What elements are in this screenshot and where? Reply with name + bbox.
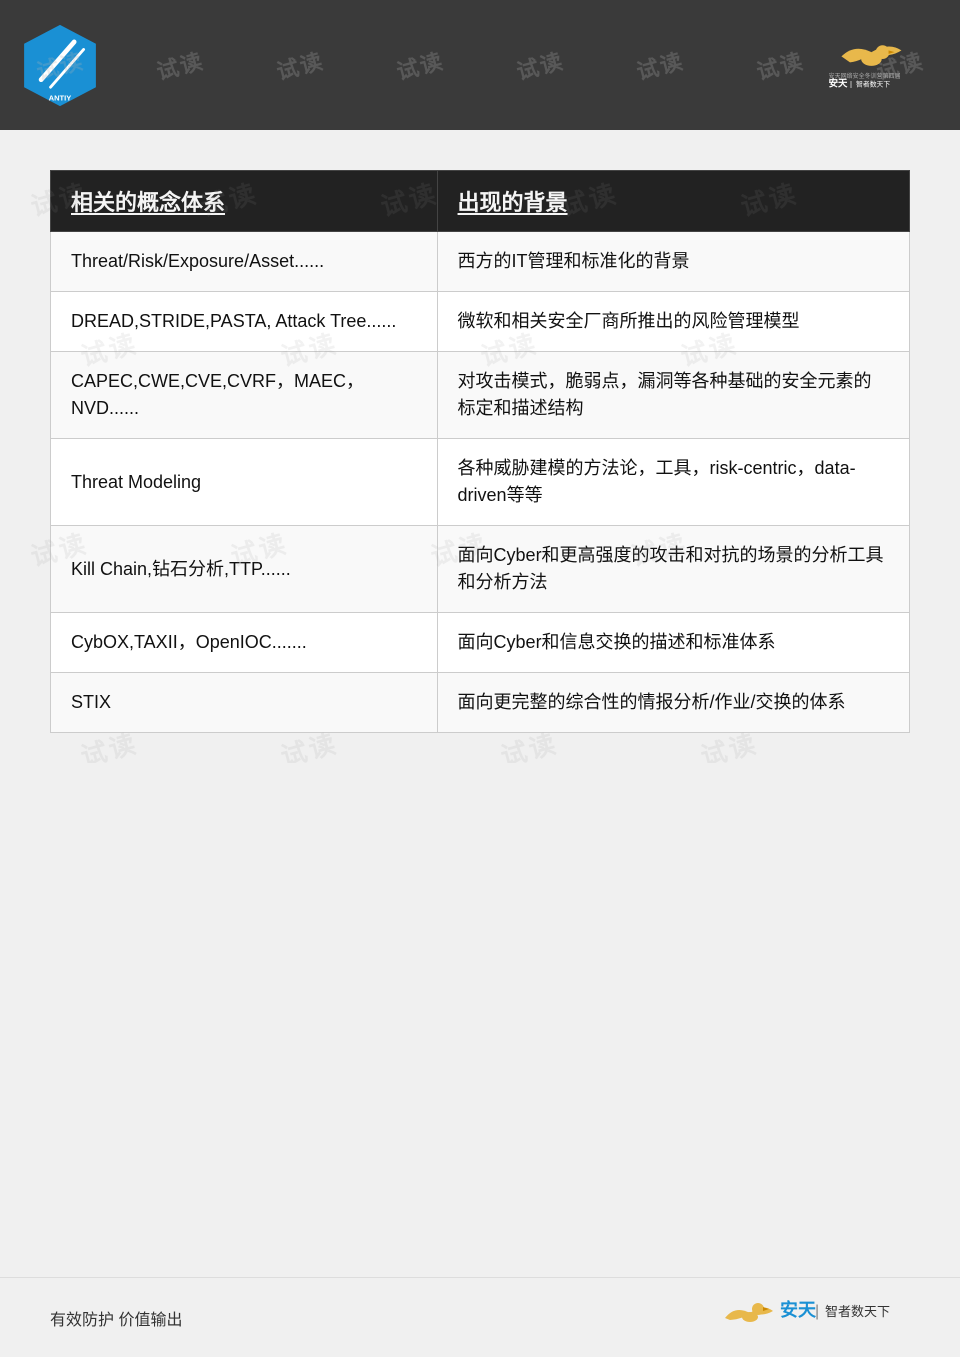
table-cell-left: CybOX,TAXII，OpenIOC....... [51, 613, 438, 673]
watermark-2: 试读 [153, 43, 208, 86]
svg-text:安天网络安全冬训营第四届: 安天网络安全冬训营第四届 [829, 72, 901, 80]
table-cell-right: 各种威胁建模的方法论，工具，risk-centric，data-driven等等 [437, 439, 909, 526]
col2-header: 出现的背景 [437, 171, 909, 232]
svg-text:智者数天下: 智者数天下 [856, 79, 890, 88]
table-row: CAPEC,CWE,CVE,CVRF，MAEC，NVD......对攻击模式，脆… [51, 352, 910, 439]
table-row: Threat/Risk/Exposure/Asset......西方的IT管理和… [51, 232, 910, 292]
footer: 有效防护 价值输出 安天 | 智者数天下 [0, 1277, 960, 1357]
table-cell-right: 面向更完整的综合性的情报分析/作业/交换的体系 [437, 673, 909, 733]
table-cell-left: Kill Chain,钻石分析,TTP...... [51, 526, 438, 613]
footer-logo: 安天 | 智者数天下 [710, 1288, 910, 1348]
table-cell-right: 对攻击模式，脆弱点，漏洞等各种基础的安全元素的标定和描述结构 [437, 352, 909, 439]
svg-text:智者数天下: 智者数天下 [825, 1304, 890, 1319]
antiy-logo: ANTIY [20, 23, 100, 108]
svg-text:ANTIY: ANTIY [49, 93, 72, 102]
table-cell-right: 面向Cyber和信息交换的描述和标准体系 [437, 613, 909, 673]
watermark-6: 试读 [633, 43, 688, 86]
svg-text:|: | [815, 1303, 819, 1320]
header-watermarks: 试读 试读 试读 试读 试读 试读 试读 试读 [0, 0, 960, 130]
watermark-7: 试读 [753, 43, 808, 86]
table-cell-right: 面向Cyber和更高强度的攻击和对抗的场景的分析工具和分析方法 [437, 526, 909, 613]
watermark-5: 试读 [513, 43, 568, 86]
table-row: Threat Modeling各种威胁建模的方法论，工具，risk-centri… [51, 439, 910, 526]
watermark-4: 试读 [393, 43, 448, 86]
table-cell-left: CAPEC,CWE,CVE,CVRF，MAEC，NVD...... [51, 352, 438, 439]
svg-text:|: | [850, 79, 852, 88]
col1-header: 相关的概念体系 [51, 171, 438, 232]
header: 试读 试读 试读 试读 试读 试读 试读 试读 ANTIY [0, 0, 960, 130]
table-row: CybOX,TAXII，OpenIOC.......面向Cyber和信息交换的描… [51, 613, 910, 673]
watermark-3: 试读 [273, 43, 328, 86]
header-brand: 安天 | 智者数天下 安天网络安全冬训营第四届 [820, 30, 940, 100]
table-cell-left: Threat/Risk/Exposure/Asset...... [51, 232, 438, 292]
main-table: 相关的概念体系 出现的背景 Threat/Risk/Exposure/Asset… [50, 170, 910, 733]
table-row: Kill Chain,钻石分析,TTP......面向Cyber和更高强度的攻击… [51, 526, 910, 613]
table-cell-right: 微软和相关安全厂商所推出的风险管理模型 [437, 292, 909, 352]
footer-text: 有效防护 价值输出 [50, 1306, 182, 1330]
table-cell-right: 西方的IT管理和标准化的背景 [437, 232, 909, 292]
main-content: 试读 试读 试读 试读 试读 试读 试读 试读 试读 试读 试读 试读 试读 试… [0, 130, 960, 763]
table-cell-left: STIX [51, 673, 438, 733]
table-row: DREAD,STRIDE,PASTA, Attack Tree......微软和… [51, 292, 910, 352]
table-cell-left: Threat Modeling [51, 439, 438, 526]
table-row: STIX面向更完整的综合性的情报分析/作业/交换的体系 [51, 673, 910, 733]
svg-text:安天: 安天 [780, 1299, 817, 1320]
table-cell-left: DREAD,STRIDE,PASTA, Attack Tree...... [51, 292, 438, 352]
